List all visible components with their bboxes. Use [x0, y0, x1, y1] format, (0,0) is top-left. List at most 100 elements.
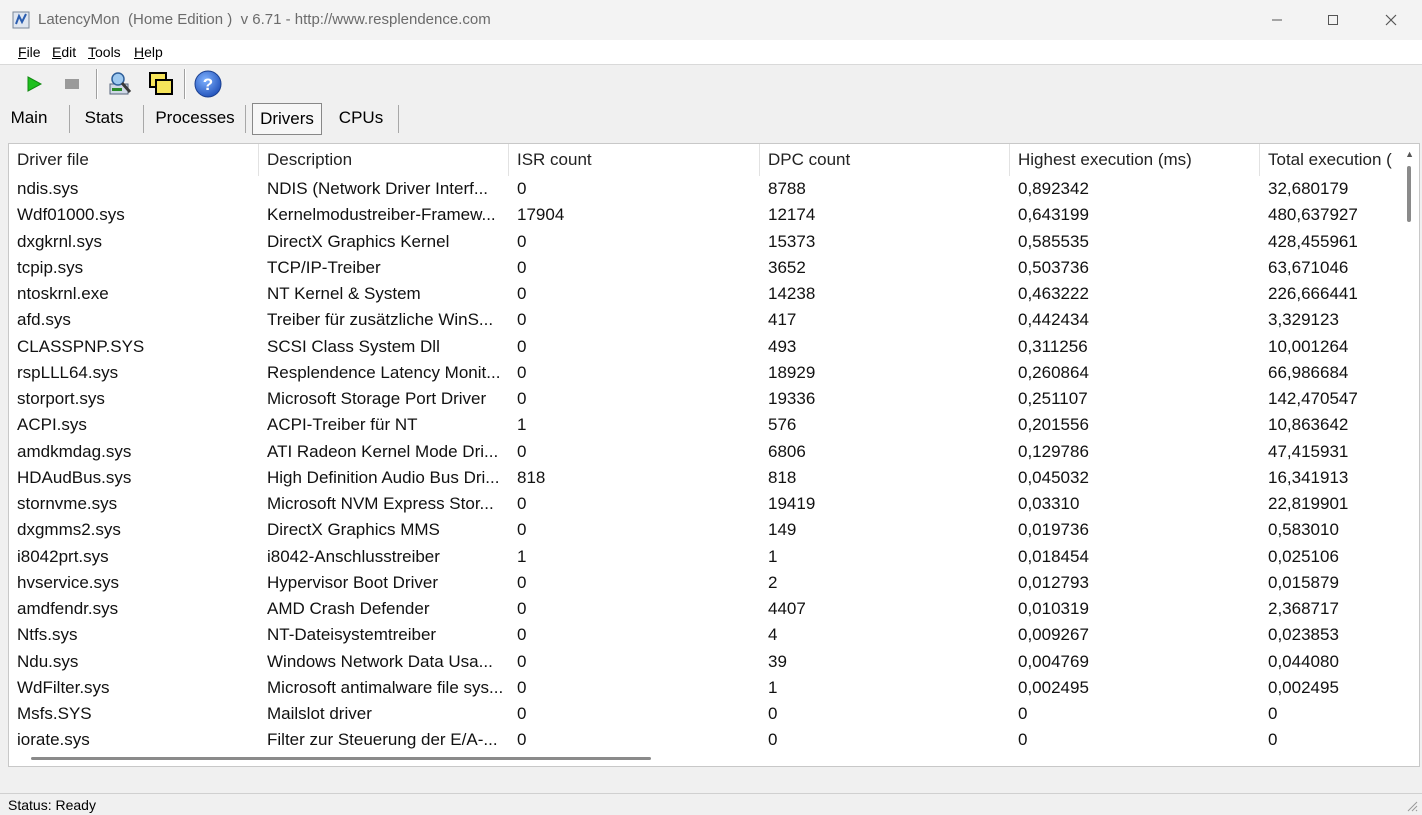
table-body: ndis.sys NDIS (Network Driver Interf... 0 8… [9, 176, 1397, 766]
table-row[interactable]: rspLLL64.sys Resplendence Latency Monit..… [9, 360, 1397, 386]
column-header-driver-file[interactable]: Driver file [9, 144, 259, 176]
dpc-count-cell: 6806 [768, 441, 806, 461]
start-monitor-button[interactable] [18, 68, 50, 100]
highest-execution-cell: 0,002495 [1018, 677, 1089, 697]
table-row[interactable]: Msfs.SYS Mailslot driver 0 0 0 0 [9, 701, 1397, 727]
tab-processes[interactable]: Processes [150, 103, 240, 133]
vertical-scrollbar[interactable]: ▲ [1397, 144, 1419, 766]
table-row[interactable]: i8042prt.sys i8042-Anschlusstreiber 1 1 0,01… [9, 544, 1397, 570]
column-header-dpc-count[interactable]: DPC count [760, 144, 1010, 176]
minimize-button[interactable] [1248, 0, 1306, 40]
isr-count-cell: 0 [517, 520, 527, 540]
stop-monitor-button[interactable] [56, 68, 88, 100]
table-row[interactable]: Ntfs.sys NT-Dateisystemtreiber 0 4 0,009267 0… [9, 622, 1397, 648]
resize-grip-icon[interactable] [1404, 798, 1418, 812]
process-tool-icon [109, 72, 132, 95]
total-execution-cell: 10,001264 [1268, 336, 1349, 356]
table-row[interactable]: amdfendr.sys AMD Crash Defender 0 4407 0,010… [9, 596, 1397, 622]
driver-file-cell: i8042prt.sys [17, 546, 109, 566]
windows-button[interactable] [145, 68, 177, 100]
highest-execution-cell: 0,892342 [1018, 179, 1089, 198]
driver-file-cell: tcpip.sys [17, 257, 84, 277]
horizontal-scroll-thumb[interactable] [31, 757, 651, 760]
highest-execution-cell: 0,004769 [1018, 651, 1089, 671]
close-button[interactable] [1362, 0, 1420, 40]
highest-execution-cell: 0,010319 [1018, 599, 1089, 618]
toolbar-separator [96, 69, 98, 99]
driver-file-cell: WdFilter.sys [17, 677, 110, 697]
dpc-count-cell: 576 [768, 415, 797, 435]
isr-count-cell: 0 [517, 284, 527, 303]
menu-edit[interactable]: Edit [52, 44, 76, 60]
highest-execution-cell: 0,018454 [1018, 546, 1089, 566]
status-bar: Status: Ready [0, 793, 1422, 815]
isr-count-cell: 0 [517, 599, 527, 618]
description-cell: NDIS (Network Driver Interf... [267, 179, 489, 198]
tab-drivers[interactable]: Drivers [252, 103, 322, 135]
window-title: LatencyMon (Home Edition ) v 6.71 - http… [38, 11, 491, 28]
table-row[interactable]: dxgkrnl.sys DirectX Graphics Kernel 0 15373… [9, 229, 1397, 255]
table-row[interactable]: amdkmdag.sys ATI Radeon Kernel Mode Dri..… [9, 439, 1397, 465]
description-cell: SCSI Class System Dll [267, 336, 440, 356]
scroll-up-icon[interactable]: ▲ [1405, 149, 1414, 159]
total-execution-cell: 22,819901 [1268, 494, 1349, 513]
help-icon: ? [194, 70, 222, 98]
table-row[interactable]: tcpip.sys TCP/IP-Treiber 0 3652 0,503736 63,6… [9, 255, 1397, 281]
description-cell: DirectX Graphics MMS [267, 520, 440, 540]
isr-count-cell: 0 [517, 231, 527, 251]
table-row[interactable]: iorate.sys Filter zur Steuerung der E/A-.… [9, 727, 1397, 753]
menu-tools[interactable]: Tools [88, 44, 121, 60]
maximize-button[interactable] [1304, 0, 1362, 40]
maximize-icon [1328, 15, 1338, 25]
dpc-count-cell: 4 [768, 625, 778, 645]
menu-tools-label: ools [95, 44, 121, 60]
description-cell: TCP/IP-Treiber [267, 257, 381, 277]
column-header-total-execution[interactable]: Total execution ( [1260, 144, 1397, 176]
column-header-description[interactable]: Description [259, 144, 509, 176]
tab-stats[interactable]: Stats [76, 103, 132, 133]
isr-count-cell: 1 [517, 546, 527, 566]
table-row[interactable]: Ndu.sys Windows Network Data Usa... 0 39 0,0… [9, 649, 1397, 675]
table-row[interactable]: afd.sys Treiber für zusätzliche WinS... 0 4… [9, 307, 1397, 333]
table-row[interactable]: stornvme.sys Microsoft NVM Express Stor..… [9, 491, 1397, 517]
highest-execution-cell: 0,03310 [1018, 494, 1080, 513]
vertical-scroll-thumb[interactable] [1407, 166, 1411, 222]
dpc-count-cell: 2 [768, 572, 778, 592]
table-row[interactable]: HDAudBus.sys High Definition Audio Bus Dr… [9, 465, 1397, 491]
horizontal-scrollbar[interactable] [9, 752, 1397, 766]
total-execution-cell: 0,044080 [1268, 651, 1339, 671]
help-button[interactable]: ? [192, 68, 224, 100]
description-cell: NT Kernel & System [267, 284, 421, 303]
isr-count-cell: 0 [517, 651, 527, 671]
tab-cpus[interactable]: CPUs [332, 103, 390, 133]
description-cell: ACPI-Treiber für NT [267, 415, 418, 435]
highest-execution-cell: 0,129786 [1018, 441, 1089, 461]
table-row[interactable]: ndis.sys NDIS (Network Driver Interf... 0 8… [9, 176, 1397, 202]
menu-help[interactable]: Help [134, 44, 163, 60]
column-header-isr-count[interactable]: ISR count [509, 144, 760, 176]
table-row[interactable]: ACPI.sys ACPI-Treiber für NT 1 576 0,201556 1… [9, 412, 1397, 438]
table-row[interactable]: dxgmms2.sys DirectX Graphics MMS 0 149 0,019… [9, 517, 1397, 543]
drivers-list[interactable]: Driver file Description ISR count DPC co… [8, 143, 1420, 767]
isr-count-cell: 0 [517, 362, 527, 382]
table-row[interactable]: hvservice.sys Hypervisor Boot Driver 0 2 0,0… [9, 570, 1397, 596]
table-row[interactable]: WdFilter.sys Microsoft antimalware file s… [9, 675, 1397, 701]
table-row[interactable]: ntoskrnl.exe NT Kernel & System 0 14238 0,46… [9, 281, 1397, 307]
table-row[interactable]: CLASSPNP.SYS SCSI Class System Dll 0 493 0,3… [9, 334, 1397, 360]
tab-main[interactable]: Main [4, 103, 54, 133]
menu-tools-accel: T [88, 44, 95, 60]
total-execution-cell: 226,666441 [1268, 284, 1358, 303]
description-cell: Microsoft antimalware file sys... [267, 677, 504, 697]
table-row[interactable]: Wdf01000.sys Kernelmodustreiber-Framew...… [9, 202, 1397, 228]
menu-file[interactable]: File [18, 44, 41, 60]
table-row[interactable]: storport.sys Microsoft Storage Port Drive… [9, 386, 1397, 412]
dpc-count-cell: 12174 [768, 205, 816, 225]
description-cell: Treiber für zusätzliche WinS... [267, 310, 494, 330]
description-cell: DirectX Graphics Kernel [267, 231, 450, 251]
toolbar-separator [184, 69, 186, 99]
menu-help-accel: H [134, 44, 145, 60]
process-tool-button[interactable] [104, 68, 136, 100]
column-header-highest-execution[interactable]: Highest execution (ms) [1010, 144, 1260, 176]
driver-file-cell: ndis.sys [17, 179, 79, 198]
description-cell: Hypervisor Boot Driver [267, 572, 438, 592]
